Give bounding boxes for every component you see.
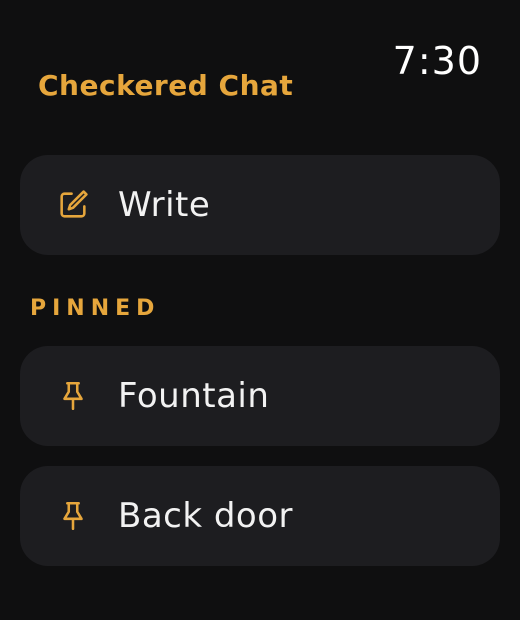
pin-icon: [54, 377, 92, 415]
app-title: Checkered Chat: [38, 69, 294, 102]
pin-icon: [54, 497, 92, 535]
status-time: 7:30: [392, 39, 482, 83]
write-button[interactable]: Write: [20, 155, 500, 255]
pinned-heading: PINNED: [30, 296, 161, 321]
compose-icon: [54, 186, 92, 224]
pinned-item-back-door[interactable]: Back door: [20, 466, 500, 566]
pinned-item-label: Back door: [118, 496, 294, 536]
write-label: Write: [118, 185, 211, 225]
pinned-item-label: Fountain: [118, 376, 270, 416]
pinned-item-fountain[interactable]: Fountain: [20, 346, 500, 446]
